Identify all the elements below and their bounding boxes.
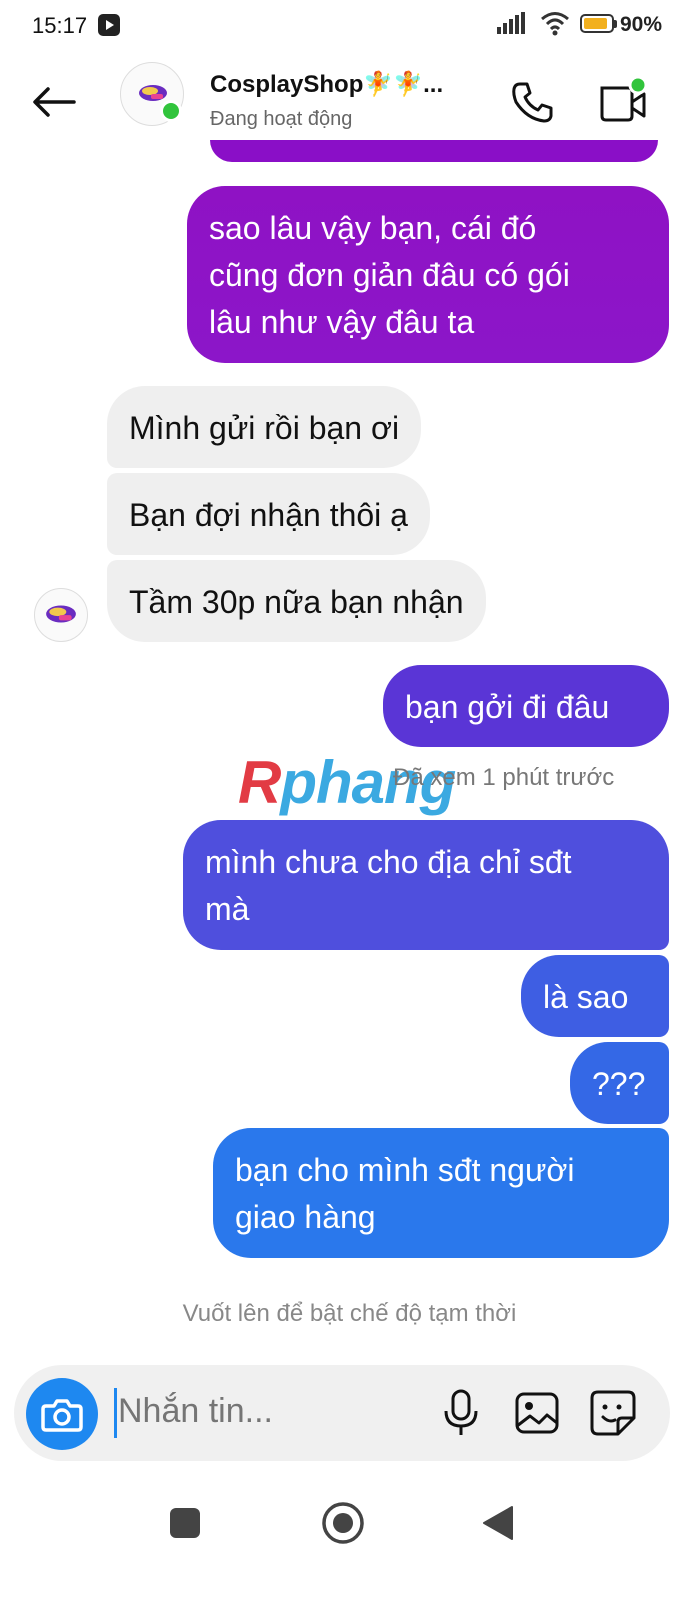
message-outgoing[interactable]: sao lâu vậy bạn, cái đó cũng đơn giản đâ… [187,186,669,363]
message-outgoing[interactable]: bạn cho mình sđt người giao hàng [213,1128,669,1258]
message-text: ??? [592,1066,646,1102]
message-text: mình chưa cho địa chỉ sđt mà [205,844,572,927]
contact-status: Đang hoạt động [210,108,353,130]
camera-icon [41,1399,83,1432]
contact-name[interactable]: CosplayShop🧚🧚... [210,70,443,99]
wifi-icon [541,12,569,36]
phone-icon[interactable] [510,80,556,124]
message-outgoing[interactable]: bạn gởi đi đâu [383,665,669,747]
microphone-icon[interactable] [440,1388,482,1438]
battery-percent: 90% [620,13,663,36]
message-text: Mình gửi rồi bạn ơi [129,410,400,446]
message-outgoing[interactable]: ??? [570,1042,669,1124]
status-time: 15:17 [32,13,88,38]
battery-icon [580,14,614,33]
seen-indicator: Đã xem 1 phút trước [393,764,615,791]
previous-message-bubble [210,140,658,162]
message-text: sao lâu vậy bạn, cái đó cũng đơn giản đâ… [209,210,570,340]
message-incoming[interactable]: Mình gửi rồi bạn ơi [107,386,422,468]
message-text: bạn cho mình sđt người giao hàng [235,1152,575,1235]
recent-apps-button[interactable] [170,1508,200,1538]
battery-tip [614,20,617,28]
message-text: bạn gởi đi đâu [405,689,610,725]
online-status-dot [160,100,182,122]
sticker-icon[interactable] [588,1388,638,1438]
text-caret [114,1388,117,1438]
shop-logo-icon [46,605,76,623]
vanish-mode-hint: Vuốt lên để bật chế độ tạm thời [182,1300,517,1327]
home-button[interactable] [320,1500,366,1546]
message-input[interactable] [118,1392,418,1431]
message-outgoing[interactable]: mình chưa cho địa chỉ sđt mà [183,820,669,950]
notification-app-icon [98,14,120,36]
image-icon[interactable] [513,1390,561,1436]
battery-fill [584,18,608,29]
message-incoming[interactable]: Bạn đợi nhận thôi ạ [107,473,430,555]
message-incoming[interactable]: Tầm 30p nữa bạn nhận [107,560,486,642]
camera-button[interactable] [26,1378,98,1450]
video-camera-icon[interactable] [598,76,650,124]
message-text: Tầm 30p nữa bạn nhận [129,584,464,620]
message-outgoing[interactable]: là sao [521,955,669,1037]
signal-icon [497,12,525,34]
message-text: Bạn đợi nhận thôi ạ [129,497,408,533]
back-arrow-icon[interactable] [30,84,78,120]
nav-back-button[interactable] [480,1504,516,1542]
message-text: là sao [543,979,629,1015]
